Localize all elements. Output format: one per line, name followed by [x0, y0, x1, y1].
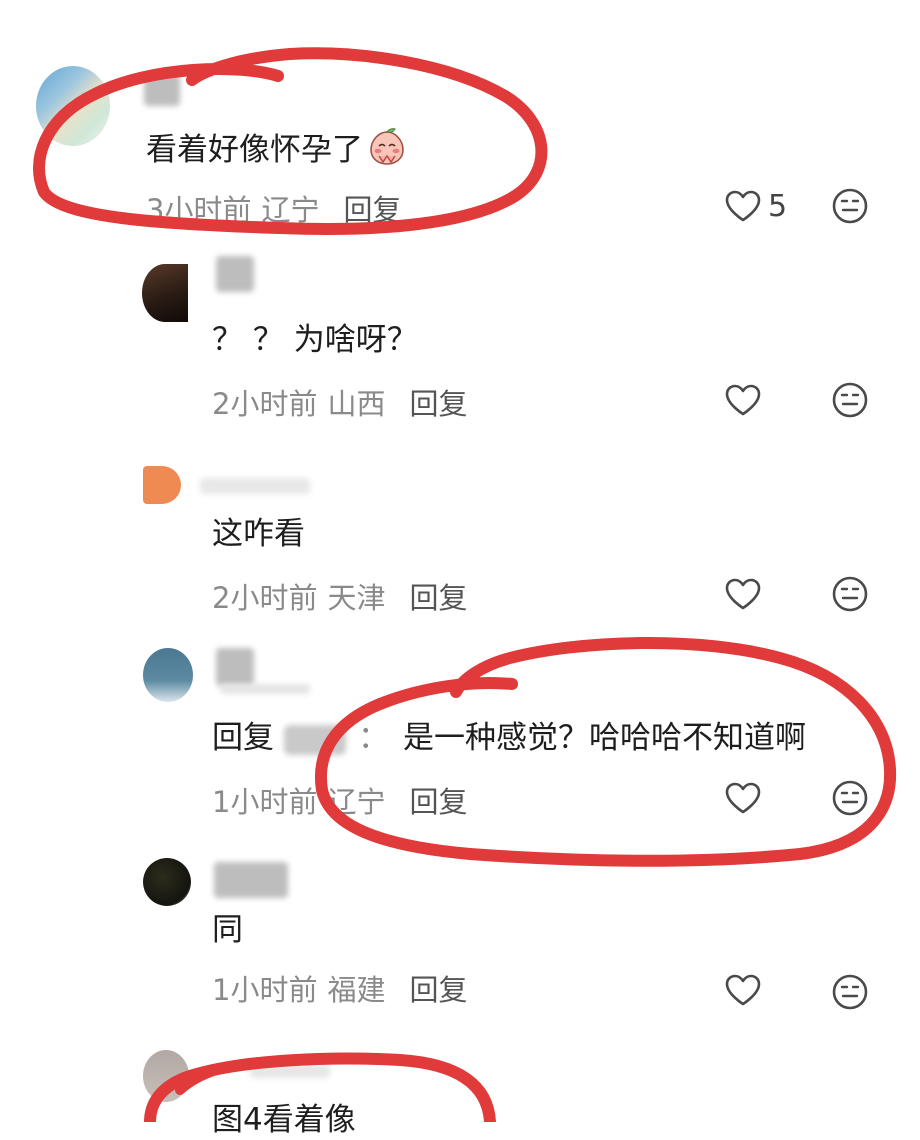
- username-blurred[interactable]: [214, 862, 288, 898]
- comment-time: 1小时前: [212, 973, 318, 1007]
- comment-location: 天津: [327, 581, 386, 615]
- comment-time: 1小时前: [212, 785, 318, 819]
- comment-location: 福建: [327, 973, 386, 1007]
- username-blurred[interactable]: [250, 1064, 330, 1078]
- comment-location: 辽宁: [327, 785, 386, 819]
- colon: ：: [358, 720, 389, 756]
- meh-face-icon[interactable]: [830, 972, 870, 1012]
- like-button[interactable]: [724, 970, 762, 1010]
- heart-outline-icon: [725, 190, 761, 222]
- red-annotation-circles: [33, 47, 897, 1122]
- username-blurred[interactable]: [216, 648, 254, 686]
- comment-text: ？ ？ 为啥呀？: [212, 322, 418, 358]
- avatar[interactable]: [143, 858, 191, 906]
- like-button[interactable]: [724, 778, 762, 818]
- username-blurred[interactable]: [216, 256, 254, 292]
- heart-outline-icon: [725, 782, 761, 814]
- comment-time: 3小时前: [146, 193, 252, 227]
- comment-meta: 1小时前 福建 回复: [212, 972, 467, 1008]
- comment-meta: 3小时前 辽宁 回复: [146, 192, 401, 228]
- username-blurred-extra: [220, 684, 310, 694]
- comment-text: 同: [212, 912, 243, 948]
- like-button[interactable]: [724, 574, 762, 614]
- blushing-peach-emoji: [370, 128, 404, 165]
- reply-button[interactable]: 回复: [409, 387, 467, 421]
- comment-meta: 2小时前 天津 回复: [212, 580, 467, 616]
- reply-prefix: 回复: [212, 720, 274, 756]
- avatar[interactable]: [143, 1050, 189, 1102]
- avatar[interactable]: [36, 66, 110, 146]
- meh-face-icon[interactable]: [830, 778, 870, 818]
- username-blurred[interactable]: [144, 74, 180, 106]
- reply-button[interactable]: 回复: [409, 581, 467, 615]
- comment-text: 看着好像怀孕了: [146, 126, 407, 170]
- annotation-tail-3: [175, 1057, 265, 1095]
- like-count: 5: [768, 188, 788, 224]
- meh-face-icon[interactable]: [830, 186, 870, 226]
- comment-time: 2小时前: [212, 581, 318, 615]
- avatar[interactable]: [143, 648, 193, 702]
- heart-outline-icon: [725, 578, 761, 610]
- avatar[interactable]: [142, 264, 188, 322]
- reply-button[interactable]: 回复: [409, 973, 467, 1007]
- comment-meta: 1小时前 辽宁 回复: [212, 784, 467, 820]
- heart-outline-icon: [725, 974, 761, 1006]
- reply-button[interactable]: 回复: [409, 785, 467, 819]
- comment-text-content: 看着好像怀孕了: [146, 132, 363, 168]
- comment-location: 辽宁: [261, 193, 320, 227]
- comment-time: 2小时前: [212, 387, 318, 421]
- username-blurred[interactable]: [200, 478, 310, 494]
- mentioned-user-blurred[interactable]: [284, 724, 346, 755]
- avatar[interactable]: [143, 466, 181, 504]
- like-button[interactable]: [724, 380, 762, 420]
- heart-outline-icon: [725, 384, 761, 416]
- comment-text: 这咋看: [212, 516, 305, 552]
- comment-location: 山西: [327, 387, 386, 421]
- comment-text: 回复 ： 是一种感觉？哈哈哈不知道啊: [212, 718, 806, 758]
- comment-text: 图4看着像: [212, 1102, 356, 1138]
- comment-meta: 2小时前 山西 回复: [212, 386, 467, 422]
- meh-face-icon[interactable]: [830, 380, 870, 420]
- reply-button[interactable]: 回复: [343, 193, 401, 227]
- comment-text-content: 是一种感觉？哈哈哈不知道啊: [403, 720, 806, 756]
- like-button[interactable]: 5: [724, 186, 787, 226]
- meh-face-icon[interactable]: [830, 574, 870, 614]
